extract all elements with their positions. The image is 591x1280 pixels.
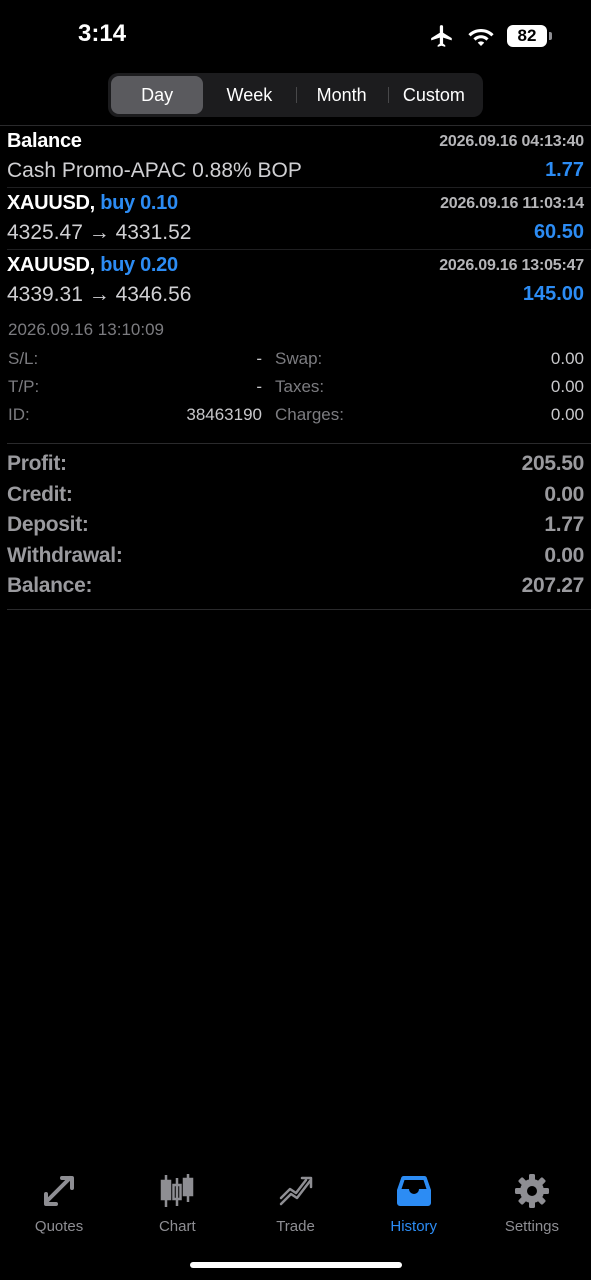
trade-icon bbox=[279, 1176, 312, 1206]
tab-quotes[interactable]: Quotes bbox=[0, 1168, 118, 1248]
deal-title: XAUUSD, buy 0.20 bbox=[7, 254, 178, 276]
detail-line: S/L: - Swap: 0.00 bbox=[8, 349, 584, 377]
summary-top-divider bbox=[7, 443, 591, 444]
tab-chart[interactable]: Chart bbox=[118, 1168, 236, 1248]
status-icons: 82 bbox=[429, 22, 552, 50]
balance-label: Balance: bbox=[7, 574, 93, 597]
history-inbox-icon bbox=[396, 1175, 431, 1206]
summary-profit: Profit: 205.50 bbox=[7, 452, 584, 483]
credit-label: Credit: bbox=[7, 482, 73, 506]
deposit-label: Deposit: bbox=[7, 513, 89, 536]
tab-trade[interactable]: Trade bbox=[236, 1168, 354, 1248]
swap-value: 0.00 bbox=[550, 349, 584, 368]
deal-row-xauusd-2[interactable]: XAUUSD, buy 0.20 2026.09.16 13:05:47 433… bbox=[0, 250, 591, 312]
deal-title: Balance bbox=[7, 130, 82, 152]
deal-details: S/L: - Swap: 0.00 T/P: - Taxes: 0.00 ID:… bbox=[8, 349, 584, 433]
profit-value: 205.50 bbox=[521, 452, 585, 475]
deal-prices: 4325.47 → 4331.52 bbox=[7, 221, 192, 244]
tab-settings[interactable]: Settings bbox=[473, 1168, 591, 1248]
deal-comment: Cash Promo-APAC 0.88% BOP bbox=[7, 159, 302, 182]
wifi-icon bbox=[468, 29, 494, 46]
deal-time: 2026.09.16 04:13:40 bbox=[439, 133, 584, 150]
summary-withdrawal: Withdrawal: 0.00 bbox=[7, 544, 584, 575]
history-summary: Profit: 205.50 Credit: 0.00 Deposit: 1.7… bbox=[7, 452, 584, 605]
id-value: 38463190 bbox=[186, 405, 262, 424]
tp-value: - bbox=[256, 377, 262, 396]
summary-balance: Balance: 207.27 bbox=[7, 574, 584, 605]
battery-indicator: 82 bbox=[507, 25, 552, 47]
quotes-icon bbox=[44, 1176, 75, 1206]
charges-label: Charges: bbox=[275, 405, 344, 424]
deal-time: 2026.09.16 13:05:47 bbox=[439, 257, 584, 274]
id-label: ID: bbox=[8, 405, 30, 424]
summary-credit: Credit: 0.00 bbox=[7, 483, 584, 514]
withdrawal-value: 0.00 bbox=[544, 543, 584, 567]
detail-line: T/P: - Taxes: 0.00 bbox=[8, 377, 584, 405]
deal-row-xauusd-1[interactable]: XAUUSD, buy 0.10 2026.09.16 11:03:14 432… bbox=[0, 188, 591, 250]
chart-icon bbox=[161, 1174, 194, 1207]
status-bar: 3:14 82 bbox=[0, 0, 591, 70]
balance-value: 207.27 bbox=[521, 574, 585, 597]
summary-deposit: Deposit: 1.77 bbox=[7, 513, 584, 544]
gear-icon bbox=[514, 1174, 549, 1208]
tab-chart-label: Chart bbox=[158, 1218, 196, 1235]
segment-custom[interactable]: Custom bbox=[387, 76, 480, 114]
segment-day[interactable]: Day bbox=[111, 76, 204, 114]
credit-value: 0.00 bbox=[544, 482, 584, 506]
summary-bottom-divider bbox=[7, 609, 591, 610]
charges-value: 0.00 bbox=[550, 405, 584, 424]
taxes-value: 0.00 bbox=[550, 377, 584, 396]
tab-history[interactable]: History bbox=[355, 1168, 473, 1248]
segment-week[interactable]: Week bbox=[203, 76, 295, 114]
sl-label: S/L: bbox=[8, 349, 39, 368]
deal-action: buy 0.10 bbox=[100, 192, 178, 214]
deal-action: buy 0.20 bbox=[100, 254, 178, 276]
taxes-label: Taxes: bbox=[275, 377, 325, 396]
airplane-icon bbox=[431, 25, 452, 47]
deal-title: XAUUSD, buy 0.10 bbox=[7, 192, 178, 214]
deal-time: 2026.09.16 11:03:14 bbox=[440, 195, 584, 212]
tab-quotes-label: Quotes bbox=[34, 1218, 84, 1235]
deal-amount: 1.77 bbox=[545, 159, 584, 181]
detail-line: ID: 38463190 Charges: 0.00 bbox=[8, 405, 584, 433]
home-indicator[interactable] bbox=[190, 1262, 402, 1268]
segment-month[interactable]: Month bbox=[295, 76, 388, 114]
deal-prices: 4339.31 → 4346.56 bbox=[7, 283, 192, 306]
profit-label: Profit: bbox=[7, 452, 67, 475]
deal-profit: 145.00 bbox=[522, 283, 584, 305]
tp-label: T/P: bbox=[8, 377, 40, 396]
deal-row-balance[interactable]: Balance 2026.09.16 04:13:40 Cash Promo-A… bbox=[0, 126, 591, 188]
tab-settings-label: Settings bbox=[504, 1218, 560, 1235]
tab-history-label: History bbox=[390, 1218, 438, 1235]
deal-close-time: 2026.09.16 13:10:09 bbox=[8, 320, 164, 339]
period-segmented-control: Day Week Month Custom bbox=[108, 73, 483, 117]
tab-trade-label: Trade bbox=[276, 1218, 315, 1235]
deal-profit: 60.50 bbox=[533, 221, 584, 243]
withdrawal-label: Withdrawal: bbox=[7, 543, 123, 567]
status-time: 3:14 bbox=[78, 20, 127, 47]
swap-label: Swap: bbox=[275, 349, 323, 368]
sl-value: - bbox=[256, 349, 262, 368]
tab-bar: Quotes Chart Trade History Settings bbox=[0, 1168, 591, 1248]
deposit-value: 1.77 bbox=[544, 513, 584, 536]
